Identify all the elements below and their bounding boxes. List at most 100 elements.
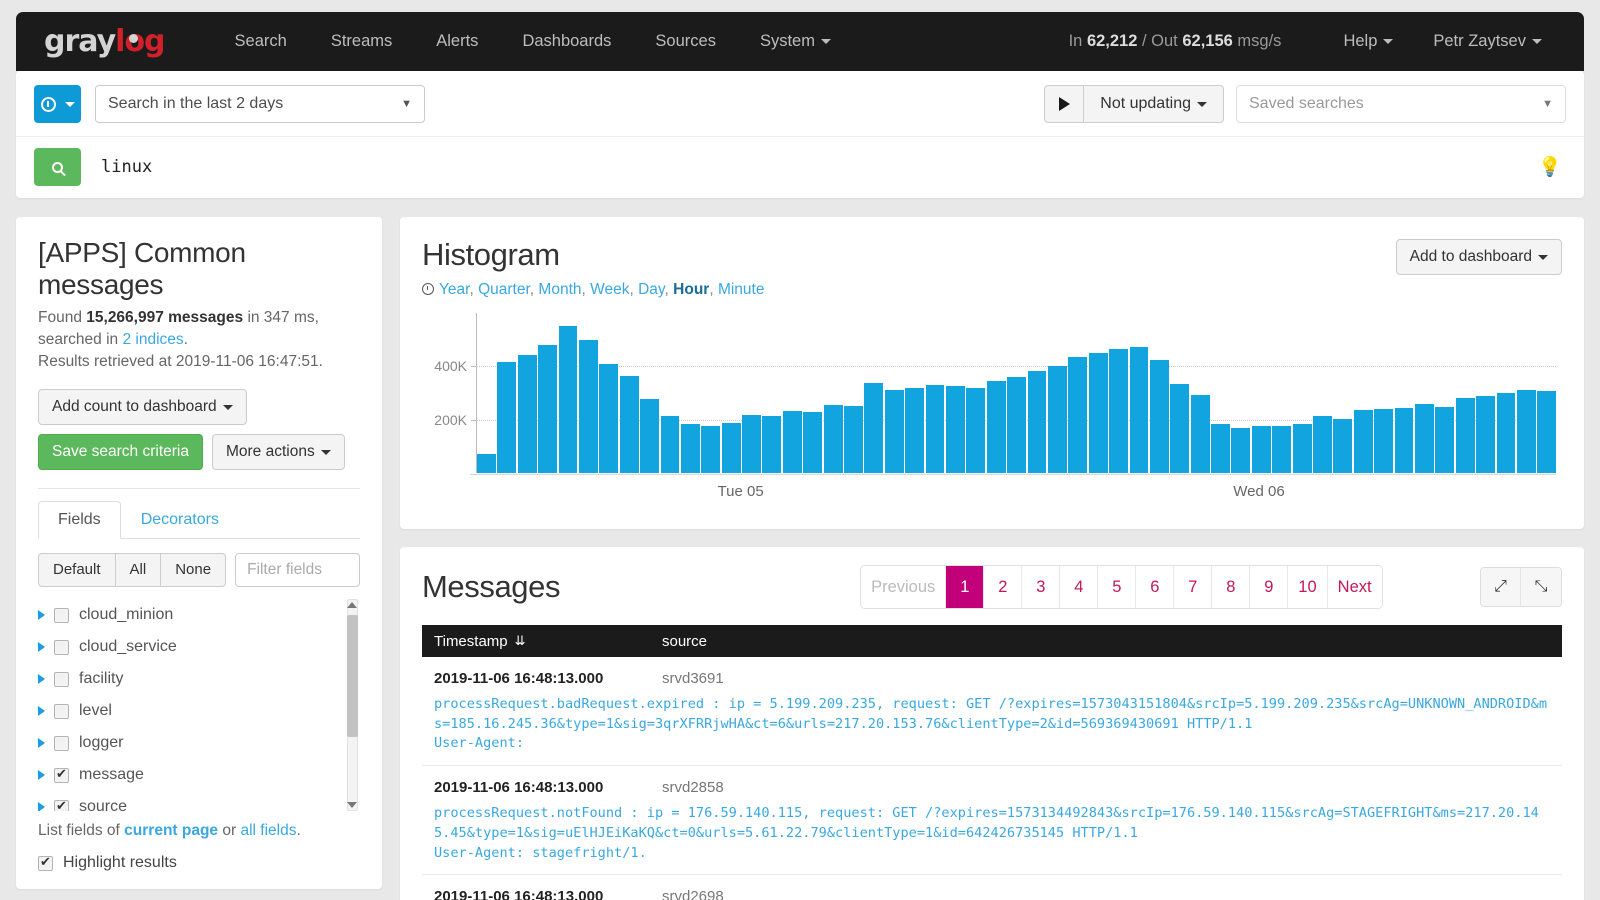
fields-preset-all[interactable]: All — [114, 553, 162, 587]
field-item-cloud_service[interactable]: cloud_service — [38, 631, 340, 663]
nav-item-alerts[interactable]: Alerts — [414, 32, 500, 51]
pagination-page-3[interactable]: 3 — [1022, 566, 1061, 608]
saved-searches-select[interactable]: Saved searches ▼ — [1236, 85, 1566, 123]
histogram-bar[interactable] — [1231, 428, 1251, 473]
refresh-interval-dropdown[interactable]: Not updating — [1084, 85, 1224, 123]
search-submit-button[interactable] — [34, 148, 81, 186]
histogram-bar[interactable] — [1109, 349, 1128, 473]
nav-item-help[interactable]: Help — [1323, 32, 1413, 51]
histogram-bar[interactable] — [1027, 371, 1047, 473]
histogram-bar[interactable] — [1496, 393, 1516, 473]
histogram-bar[interactable] — [517, 355, 537, 473]
field-item-message[interactable]: message — [38, 759, 340, 791]
field-checkbox[interactable] — [54, 735, 69, 751]
histogram-bar[interactable] — [721, 423, 741, 473]
all-fields-link[interactable]: all fields — [240, 822, 296, 839]
histogram-bar[interactable] — [803, 411, 823, 473]
column-header-source[interactable]: source — [662, 633, 707, 650]
histogram-bar[interactable] — [1251, 426, 1271, 473]
expand-all-icon[interactable]: ⤢ — [1481, 568, 1521, 606]
fields-preset-none[interactable]: None — [160, 553, 227, 587]
resolution-year[interactable]: Year — [439, 281, 469, 298]
scrollbar-thumb[interactable] — [347, 615, 358, 737]
field-item-logger[interactable]: logger — [38, 727, 340, 759]
expand-arrow-icon[interactable] — [38, 802, 45, 811]
nav-item-system[interactable]: System — [738, 32, 853, 51]
lightbulb-icon[interactable]: 💡 — [1538, 155, 1562, 179]
histogram-bar[interactable] — [844, 406, 863, 473]
histogram-bar[interactable] — [1476, 395, 1496, 473]
nav-item-user-menu[interactable]: Petr Zaytsev — [1413, 32, 1562, 51]
message-row[interactable]: 2019-11-06 16:48:13.000 srvd2698 — [422, 875, 1562, 900]
histogram-bar[interactable] — [1435, 407, 1455, 473]
histogram-bar[interactable] — [1272, 425, 1292, 473]
histogram-bar[interactable] — [1170, 383, 1190, 473]
histogram-bar[interactable] — [762, 416, 782, 473]
histogram-bar[interactable] — [1068, 357, 1088, 473]
histogram-bar[interactable] — [1374, 408, 1394, 473]
highlight-results-checkbox[interactable] — [38, 854, 53, 871]
current-page-link[interactable]: current page — [124, 822, 218, 839]
histogram-bar[interactable] — [660, 415, 680, 473]
expand-arrow-icon[interactable] — [38, 674, 45, 684]
histogram-bar[interactable] — [884, 390, 904, 473]
message-row[interactable]: 2019-11-06 16:48:13.000 srvd2858 processRe… — [422, 766, 1562, 876]
histogram-bar[interactable] — [966, 388, 986, 473]
field-checkbox[interactable] — [54, 671, 69, 687]
histogram-bar[interactable] — [578, 340, 598, 473]
pagination-page-5[interactable]: 5 — [1098, 566, 1137, 608]
field-item-source[interactable]: source — [38, 791, 340, 811]
histogram-bar[interactable] — [945, 385, 965, 473]
scroll-down-icon[interactable] — [347, 802, 357, 808]
histogram-bar[interactable] — [823, 405, 843, 473]
more-actions-button[interactable]: More actions — [211, 434, 345, 470]
nav-item-search[interactable]: Search — [213, 32, 309, 51]
scroll-up-icon[interactable] — [347, 602, 357, 608]
pagination-page-10[interactable]: 10 — [1288, 566, 1328, 608]
pagination-page-2[interactable]: 2 — [984, 566, 1023, 608]
pagination-page-6[interactable]: 6 — [1136, 566, 1175, 608]
histogram-bar[interactable] — [538, 345, 558, 473]
field-item-facility[interactable]: facility — [38, 663, 340, 695]
histogram-bar[interactable] — [1537, 390, 1557, 473]
fields-preset-default[interactable]: Default — [38, 553, 116, 587]
pagination-page-7[interactable]: 7 — [1174, 566, 1213, 608]
tab-decorators[interactable]: Decorators — [121, 501, 239, 539]
tab-fields[interactable]: Fields — [38, 501, 121, 539]
pagination-page-8[interactable]: 8 — [1212, 566, 1251, 608]
histogram-bar[interactable] — [701, 425, 721, 473]
histogram-bar[interactable] — [1414, 403, 1434, 473]
expand-arrow-icon[interactable] — [38, 706, 45, 716]
message-row[interactable]: 2019-11-06 16:48:13.000 srvd3691 processRe… — [422, 657, 1562, 767]
pagination-page-4[interactable]: 4 — [1060, 566, 1099, 608]
histogram-bar[interactable] — [1047, 366, 1067, 473]
expand-arrow-icon[interactable] — [38, 738, 45, 748]
nav-item-dashboards[interactable]: Dashboards — [500, 32, 633, 51]
resolution-week[interactable]: Week — [590, 281, 629, 298]
search-query-input[interactable] — [99, 156, 1539, 178]
timerange-type-button[interactable] — [34, 85, 81, 123]
field-checkbox[interactable] — [54, 703, 69, 719]
field-item-level[interactable]: level — [38, 695, 340, 727]
histogram-bar[interactable] — [640, 399, 660, 473]
histogram-bar[interactable] — [925, 385, 945, 473]
pagination-page-9[interactable]: 9 — [1250, 566, 1289, 608]
histogram-bar[interactable] — [905, 388, 925, 473]
expand-arrow-icon[interactable] — [38, 642, 45, 652]
highlight-results-toggle[interactable]: Highlight results — [38, 854, 360, 872]
pagination-previous[interactable]: Previous — [861, 566, 947, 608]
nav-item-sources[interactable]: Sources — [633, 32, 738, 51]
histogram-plot-area[interactable]: 200K 400K — [434, 313, 1557, 473]
expand-arrow-icon[interactable] — [38, 770, 45, 780]
histogram-bar[interactable] — [497, 361, 517, 473]
histogram-bar[interactable] — [1211, 423, 1230, 473]
field-checkbox[interactable] — [54, 639, 69, 655]
resolution-minute[interactable]: Minute — [718, 281, 765, 298]
resolution-day[interactable]: Day — [638, 281, 664, 298]
histogram-bar[interactable] — [864, 383, 884, 473]
histogram-bar[interactable] — [1190, 394, 1210, 473]
field-item-cloud_minion[interactable]: cloud_minion — [38, 599, 340, 631]
indices-link[interactable]: 2 indices — [122, 331, 183, 348]
timerange-select[interactable]: Search in the last 2 days ▼ — [95, 85, 425, 123]
add-count-to-dashboard-button[interactable]: Add count to dashboard — [38, 389, 247, 425]
